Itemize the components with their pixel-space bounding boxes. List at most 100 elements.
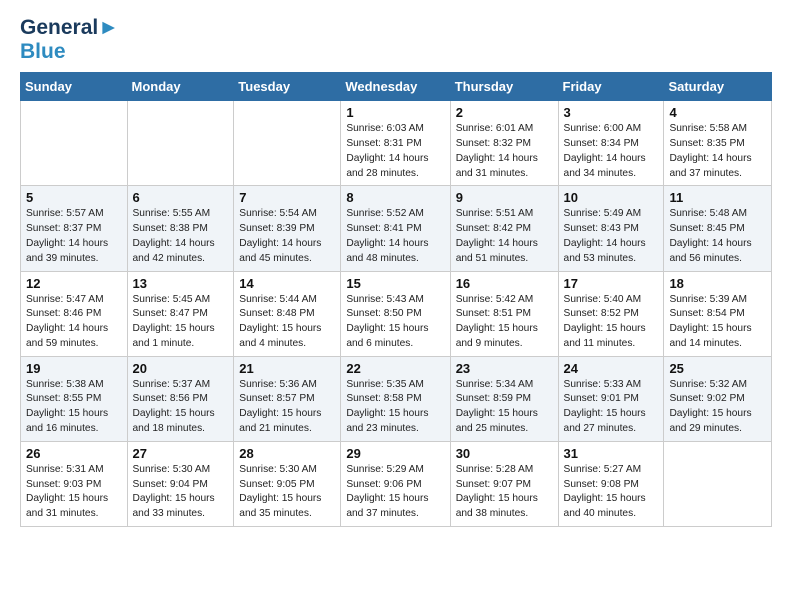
logo-line2: Blue	[20, 40, 119, 64]
table-row: 15 Sunrise: 5:43 AM Sunset: 8:50 PM Dayli…	[341, 271, 450, 356]
day-number: 24	[564, 361, 659, 376]
table-row: 11 Sunrise: 5:48 AM Sunset: 8:45 PM Dayli…	[664, 186, 772, 271]
table-row: 4 Sunrise: 5:58 AM Sunset: 8:35 PM Daylig…	[664, 101, 772, 186]
day-number: 22	[346, 361, 444, 376]
day-number: 30	[456, 446, 553, 461]
col-wednesday: Wednesday	[341, 73, 450, 101]
table-row: 29 Sunrise: 5:29 AM Sunset: 9:06 PM Dayli…	[341, 441, 450, 526]
table-row: 19 Sunrise: 5:38 AM Sunset: 8:55 PM Dayli…	[21, 356, 128, 441]
cell-text: Sunrise: 5:32 AM Sunset: 9:02 PM Dayligh…	[669, 378, 766, 437]
col-tuesday: Tuesday	[234, 73, 341, 101]
cell-text: Sunrise: 5:37 AM Sunset: 8:56 PM Dayligh…	[133, 378, 229, 437]
day-number: 13	[133, 276, 229, 291]
col-monday: Monday	[127, 73, 234, 101]
cell-text: Sunrise: 6:01 AM Sunset: 8:32 PM Dayligh…	[456, 122, 553, 181]
day-number: 1	[346, 105, 444, 120]
table-row: 23Sunrise: 5:34 AM Sunset: 8:59 PM Dayli…	[450, 356, 558, 441]
cell-text: Sunrise: 5:29 AM Sunset: 9:06 PM Dayligh…	[346, 463, 444, 522]
table-row	[21, 101, 128, 186]
table-row: 27 Sunrise: 5:30 AM Sunset: 9:04 PM Dayli…	[127, 441, 234, 526]
week-row-3: 19 Sunrise: 5:38 AM Sunset: 8:55 PM Dayli…	[21, 356, 772, 441]
cell-text: Sunrise: 5:47 AM Sunset: 8:46 PM Dayligh…	[26, 293, 122, 352]
day-number: 29	[346, 446, 444, 461]
day-number: 27	[133, 446, 229, 461]
table-row	[664, 441, 772, 526]
table-row: 30 Sunrise: 5:28 AM Sunset: 9:07 PM Dayli…	[450, 441, 558, 526]
cell-text: Sunrise: 5:45 AM Sunset: 8:47 PM Dayligh…	[133, 293, 229, 352]
cell-text: Sunrise: 5:38 AM Sunset: 8:55 PM Dayligh…	[26, 378, 122, 437]
day-number: 15	[346, 276, 444, 291]
table-row: 5 Sunrise: 5:57 AM Sunset: 8:37 PM Daylig…	[21, 186, 128, 271]
table-row: 26Sunrise: 5:31 AM Sunset: 9:03 PM Dayli…	[21, 441, 128, 526]
week-row-2: 12Sunrise: 5:47 AM Sunset: 8:46 PM Dayli…	[21, 271, 772, 356]
table-row: 1 Sunrise: 6:03 AM Sunset: 8:31 PM Daylig…	[341, 101, 450, 186]
cell-text: Sunrise: 5:30 AM Sunset: 9:05 PM Dayligh…	[239, 463, 335, 522]
day-number: 3	[564, 105, 659, 120]
table-row: 2Sunrise: 6:01 AM Sunset: 8:32 PM Daylig…	[450, 101, 558, 186]
logo: General► Blue	[20, 16, 119, 64]
table-row: 9Sunrise: 5:51 AM Sunset: 8:42 PM Daylig…	[450, 186, 558, 271]
table-row: 7 Sunrise: 5:54 AM Sunset: 8:39 PM Daylig…	[234, 186, 341, 271]
day-number: 4	[669, 105, 766, 120]
col-saturday: Saturday	[664, 73, 772, 101]
table-row: 10Sunrise: 5:49 AM Sunset: 8:43 PM Dayli…	[558, 186, 664, 271]
day-number: 6	[133, 190, 229, 205]
table-row: 28 Sunrise: 5:30 AM Sunset: 9:05 PM Dayli…	[234, 441, 341, 526]
table-row: 24 Sunrise: 5:33 AM Sunset: 9:01 PM Dayli…	[558, 356, 664, 441]
header-row: Sunday Monday Tuesday Wednesday Thursday…	[21, 73, 772, 101]
week-row-4: 26Sunrise: 5:31 AM Sunset: 9:03 PM Dayli…	[21, 441, 772, 526]
table-row: 22 Sunrise: 5:35 AM Sunset: 8:58 PM Dayli…	[341, 356, 450, 441]
table-row	[234, 101, 341, 186]
cell-text: Sunrise: 5:31 AM Sunset: 9:03 PM Dayligh…	[26, 463, 122, 522]
week-row-0: 1 Sunrise: 6:03 AM Sunset: 8:31 PM Daylig…	[21, 101, 772, 186]
cell-text: Sunrise: 5:40 AM Sunset: 8:52 PM Dayligh…	[564, 293, 659, 352]
table-row: 25 Sunrise: 5:32 AM Sunset: 9:02 PM Dayli…	[664, 356, 772, 441]
cell-text: Sunrise: 5:27 AM Sunset: 9:08 PM Dayligh…	[564, 463, 659, 522]
day-number: 5	[26, 190, 122, 205]
day-number: 25	[669, 361, 766, 376]
table-row: 31Sunrise: 5:27 AM Sunset: 9:08 PM Dayli…	[558, 441, 664, 526]
col-sunday: Sunday	[21, 73, 128, 101]
table-row: 8 Sunrise: 5:52 AM Sunset: 8:41 PM Daylig…	[341, 186, 450, 271]
col-thursday: Thursday	[450, 73, 558, 101]
cell-text: Sunrise: 5:52 AM Sunset: 8:41 PM Dayligh…	[346, 207, 444, 266]
calendar-body: 1 Sunrise: 6:03 AM Sunset: 8:31 PM Daylig…	[21, 101, 772, 527]
cell-text: Sunrise: 5:34 AM Sunset: 8:59 PM Dayligh…	[456, 378, 553, 437]
day-number: 9	[456, 190, 553, 205]
week-row-1: 5 Sunrise: 5:57 AM Sunset: 8:37 PM Daylig…	[21, 186, 772, 271]
calendar-table: Sunday Monday Tuesday Wednesday Thursday…	[20, 72, 772, 527]
day-number: 17	[564, 276, 659, 291]
table-row: 6Sunrise: 5:55 AM Sunset: 8:38 PM Daylig…	[127, 186, 234, 271]
page: General► Blue Sunday Monday Tuesday Wedn…	[0, 0, 792, 543]
header: General► Blue	[20, 16, 772, 64]
cell-text: Sunrise: 5:33 AM Sunset: 9:01 PM Dayligh…	[564, 378, 659, 437]
table-row: 17 Sunrise: 5:40 AM Sunset: 8:52 PM Dayli…	[558, 271, 664, 356]
table-row: 14 Sunrise: 5:44 AM Sunset: 8:48 PM Dayli…	[234, 271, 341, 356]
table-row	[127, 101, 234, 186]
logo-line1: General►	[20, 16, 119, 40]
cell-text: Sunrise: 5:44 AM Sunset: 8:48 PM Dayligh…	[239, 293, 335, 352]
day-number: 11	[669, 190, 766, 205]
day-number: 18	[669, 276, 766, 291]
cell-text: Sunrise: 5:58 AM Sunset: 8:35 PM Dayligh…	[669, 122, 766, 181]
cell-text: Sunrise: 5:48 AM Sunset: 8:45 PM Dayligh…	[669, 207, 766, 266]
cell-text: Sunrise: 5:57 AM Sunset: 8:37 PM Dayligh…	[26, 207, 122, 266]
day-number: 19	[26, 361, 122, 376]
cell-text: Sunrise: 5:49 AM Sunset: 8:43 PM Dayligh…	[564, 207, 659, 266]
day-number: 28	[239, 446, 335, 461]
day-number: 21	[239, 361, 335, 376]
cell-text: Sunrise: 5:28 AM Sunset: 9:07 PM Dayligh…	[456, 463, 553, 522]
cell-text: Sunrise: 6:03 AM Sunset: 8:31 PM Dayligh…	[346, 122, 444, 181]
day-number: 14	[239, 276, 335, 291]
cell-text: Sunrise: 6:00 AM Sunset: 8:34 PM Dayligh…	[564, 122, 659, 181]
cell-text: Sunrise: 5:35 AM Sunset: 8:58 PM Dayligh…	[346, 378, 444, 437]
cell-text: Sunrise: 5:30 AM Sunset: 9:04 PM Dayligh…	[133, 463, 229, 522]
cell-text: Sunrise: 5:39 AM Sunset: 8:54 PM Dayligh…	[669, 293, 766, 352]
day-number: 8	[346, 190, 444, 205]
day-number: 7	[239, 190, 335, 205]
cell-text: Sunrise: 5:43 AM Sunset: 8:50 PM Dayligh…	[346, 293, 444, 352]
day-number: 20	[133, 361, 229, 376]
col-friday: Friday	[558, 73, 664, 101]
cell-text: Sunrise: 5:54 AM Sunset: 8:39 PM Dayligh…	[239, 207, 335, 266]
table-row: 13 Sunrise: 5:45 AM Sunset: 8:47 PM Dayli…	[127, 271, 234, 356]
